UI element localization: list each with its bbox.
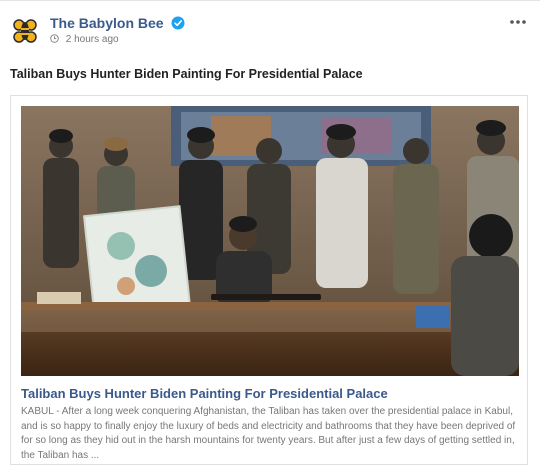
ellipsis-icon — [510, 20, 526, 24]
post-header: The Babylon Bee 2 hours ago — [8, 11, 532, 51]
page-name-link[interactable]: The Babylon Bee — [50, 15, 164, 31]
link-preview-image[interactable] — [21, 106, 519, 376]
post-text: Taliban Buys Hunter Biden Painting For P… — [10, 67, 363, 81]
link-title[interactable]: Taliban Buys Hunter Biden Painting For P… — [21, 386, 388, 401]
post-timestamp[interactable]: 2 hours ago — [66, 34, 119, 45]
clock-icon — [50, 34, 59, 43]
verified-check-icon — [171, 16, 185, 30]
post-time-row: 2 hours ago — [50, 34, 119, 45]
post-card: The Babylon Bee 2 hours ago Taliban Buys… — [0, 0, 540, 467]
more-options-button[interactable] — [508, 15, 528, 27]
link-description: KABUL - After a long week conquering Afg… — [21, 406, 516, 461]
babylon-bee-logo[interactable] — [8, 15, 42, 49]
palace-photo — [21, 106, 519, 376]
link-preview-card[interactable]: Taliban Buys Hunter Biden Painting For P… — [10, 95, 528, 465]
page-name-row: The Babylon Bee — [50, 15, 185, 31]
